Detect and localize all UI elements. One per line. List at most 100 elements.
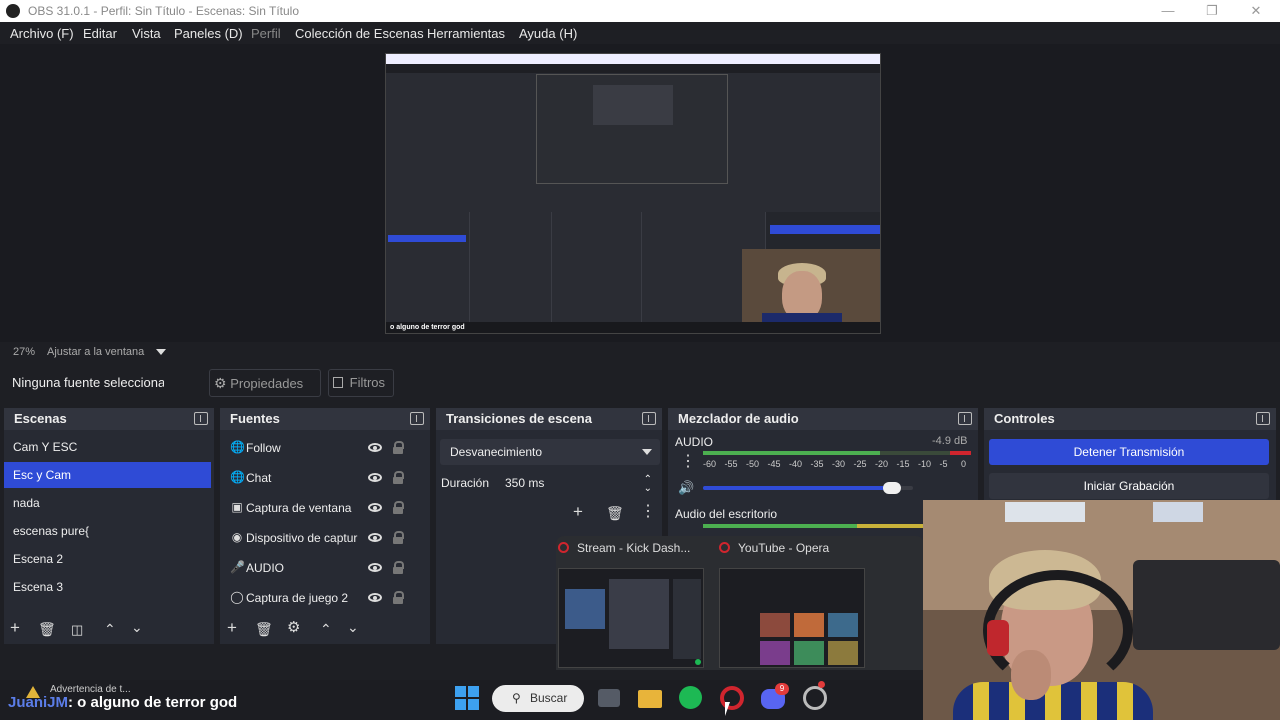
thumb-preview-kick[interactable] bbox=[558, 568, 704, 668]
move-down-icon[interactable]: ⌄ bbox=[131, 618, 143, 636]
source-item[interactable]: 🌐 Follow bbox=[228, 434, 428, 462]
thumb-title-kick[interactable]: Stream - Kick Dash... bbox=[558, 541, 690, 555]
spotify-icon[interactable] bbox=[679, 686, 702, 709]
lock-icon[interactable] bbox=[393, 561, 404, 574]
lock-icon[interactable] bbox=[393, 501, 404, 514]
windows-start-icon[interactable] bbox=[455, 686, 479, 710]
meter-scale-tick: -40 bbox=[789, 459, 803, 469]
scene-item[interactable]: Esc y Cam bbox=[4, 462, 211, 488]
lock-icon[interactable] bbox=[393, 531, 404, 544]
transitions-panel-header: Transiciones de escena bbox=[436, 408, 662, 430]
menu-coleccion-escenas[interactable]: Colección de Escenas bbox=[295, 26, 424, 41]
zoom-bar: 27% Ajustar a la ventana bbox=[0, 342, 1280, 362]
menu-editar[interactable]: Editar bbox=[83, 26, 117, 41]
move-up-icon[interactable]: ⌃ bbox=[104, 620, 116, 638]
more-options-icon[interactable]: ⋮ bbox=[640, 503, 656, 521]
delete-transition-icon[interactable]: 🗑 bbox=[606, 504, 624, 522]
move-up-icon[interactable]: ⌃ bbox=[320, 620, 332, 638]
filters-button[interactable]: Filtros bbox=[328, 369, 394, 397]
stop-streaming-button[interactable]: Detener Transmisión bbox=[989, 439, 1269, 465]
scenes-panel-header: Escenas bbox=[4, 408, 214, 430]
program-preview[interactable]: o alguno de terror god bbox=[385, 53, 881, 334]
volume-slider-track[interactable] bbox=[703, 482, 913, 494]
visibility-eye-icon[interactable] bbox=[368, 533, 382, 542]
globe-icon: 🌐 bbox=[230, 470, 245, 484]
source-item[interactable]: ◯ Captura de juego 2 bbox=[228, 584, 428, 612]
source-label: Dispositivo de captur bbox=[246, 531, 358, 545]
undock-icon[interactable] bbox=[194, 412, 208, 425]
lock-icon[interactable] bbox=[393, 441, 404, 454]
start-recording-button[interactable]: Iniciar Grabación bbox=[989, 473, 1269, 499]
obs-taskbar-icon[interactable] bbox=[803, 681, 827, 710]
preview-nested-menubar bbox=[386, 64, 880, 73]
source-item[interactable]: 🎤 AUDIO bbox=[228, 554, 428, 582]
source-item[interactable]: ▣ Captura de ventana bbox=[228, 494, 428, 522]
thumb-title-youtube[interactable]: YouTube - Opera bbox=[719, 541, 829, 555]
speaker-icon[interactable]: 🔊 bbox=[678, 480, 694, 496]
properties-label: Propiedades bbox=[230, 376, 304, 391]
source-item[interactable]: ◉ Dispositivo de captur bbox=[228, 524, 428, 552]
spin-down-icon[interactable]: ⌄ bbox=[644, 477, 652, 501]
preview-stop-button bbox=[770, 225, 880, 234]
visibility-eye-icon[interactable] bbox=[368, 563, 382, 572]
meter-red-segment bbox=[949, 451, 971, 455]
visibility-eye-icon[interactable] bbox=[368, 443, 382, 452]
scene-item[interactable]: Escena 2 bbox=[4, 546, 211, 572]
delete-scene-icon[interactable]: 🗑 bbox=[38, 620, 56, 638]
undock-icon[interactable] bbox=[410, 412, 424, 425]
close-icon[interactable]: ✕ bbox=[1234, 0, 1278, 22]
scene-item[interactable]: nada bbox=[4, 490, 211, 516]
preview-nested-titlebar bbox=[386, 54, 880, 64]
add-transition-icon[interactable]: + bbox=[573, 503, 583, 521]
menu-vista[interactable]: Vista bbox=[132, 26, 161, 41]
maximize-icon[interactable]: ❐ bbox=[1190, 0, 1234, 22]
scene-item[interactable]: Escena 3 bbox=[4, 574, 211, 600]
visibility-eye-icon[interactable] bbox=[368, 473, 382, 482]
add-source-icon[interactable]: + bbox=[227, 619, 237, 637]
meter-scale-tick: -25 bbox=[853, 459, 867, 469]
thumb-preview-youtube[interactable] bbox=[719, 568, 865, 668]
lock-icon[interactable] bbox=[393, 471, 404, 484]
duration-value: 350 ms bbox=[505, 476, 545, 490]
meter-scale-tick: -50 bbox=[746, 459, 760, 469]
chevron-down-icon[interactable] bbox=[156, 349, 166, 355]
duration-spinbox[interactable]: 350 ms ⌃ ⌄ bbox=[498, 471, 658, 495]
menu-herramientas[interactable]: Herramientas bbox=[427, 26, 505, 41]
obs-logo-icon bbox=[6, 4, 20, 18]
undock-icon[interactable] bbox=[642, 412, 656, 425]
discord-icon[interactable]: 9 bbox=[761, 683, 789, 709]
source-item[interactable]: 🌐 Chat bbox=[228, 464, 428, 492]
recording-dot-icon bbox=[818, 681, 825, 688]
taskbar-search-box[interactable]: ⚲ Buscar bbox=[492, 685, 584, 712]
transitions-panel-title: Transiciones de escena bbox=[446, 411, 592, 426]
channel-menu-icon[interactable]: ⋮ bbox=[680, 453, 696, 471]
menu-paneles[interactable]: Paneles (D) bbox=[174, 26, 243, 41]
source-settings-gear-icon[interactable]: ⚙ bbox=[287, 619, 300, 637]
menu-ayuda[interactable]: Ayuda (H) bbox=[519, 26, 577, 41]
move-down-icon[interactable]: ⌄ bbox=[347, 618, 359, 636]
audio-channel-name: AUDIO bbox=[675, 435, 714, 449]
visibility-eye-icon[interactable] bbox=[368, 503, 382, 512]
delete-source-icon[interactable]: 🗑 bbox=[255, 620, 273, 638]
undock-icon[interactable] bbox=[958, 412, 972, 425]
lock-icon[interactable] bbox=[393, 591, 404, 604]
transition-select[interactable]: Desvanecimiento bbox=[440, 439, 660, 465]
visibility-eye-icon[interactable] bbox=[368, 593, 382, 602]
source-label: Follow bbox=[246, 441, 281, 455]
scene-item[interactable]: Cam Y ESC bbox=[4, 434, 211, 460]
task-view-icon[interactable] bbox=[598, 689, 620, 707]
scene-item[interactable]: escenas pure{ bbox=[4, 518, 211, 544]
properties-button[interactable]: ⚙ Propiedades bbox=[209, 369, 321, 397]
file-explorer-icon[interactable] bbox=[638, 690, 662, 708]
source-toolbar: Ninguna fuente seleccionad ⚙ Propiedades… bbox=[0, 368, 1280, 398]
fit-window-dropdown[interactable]: Ajustar a la ventana bbox=[47, 346, 144, 358]
scene-filters-icon[interactable]: ◫ bbox=[71, 621, 83, 639]
add-scene-icon[interactable]: + bbox=[10, 619, 20, 637]
transition-select-value: Desvanecimiento bbox=[450, 445, 543, 459]
undock-icon[interactable] bbox=[1256, 412, 1270, 425]
minimize-icon[interactable]: — bbox=[1146, 0, 1190, 22]
menu-archivo[interactable]: Archivo (F) bbox=[10, 26, 74, 41]
menu-perfil[interactable]: Perfil bbox=[251, 26, 281, 41]
preview-nested-capture bbox=[536, 74, 728, 184]
volume-slider-handle[interactable] bbox=[883, 482, 901, 494]
